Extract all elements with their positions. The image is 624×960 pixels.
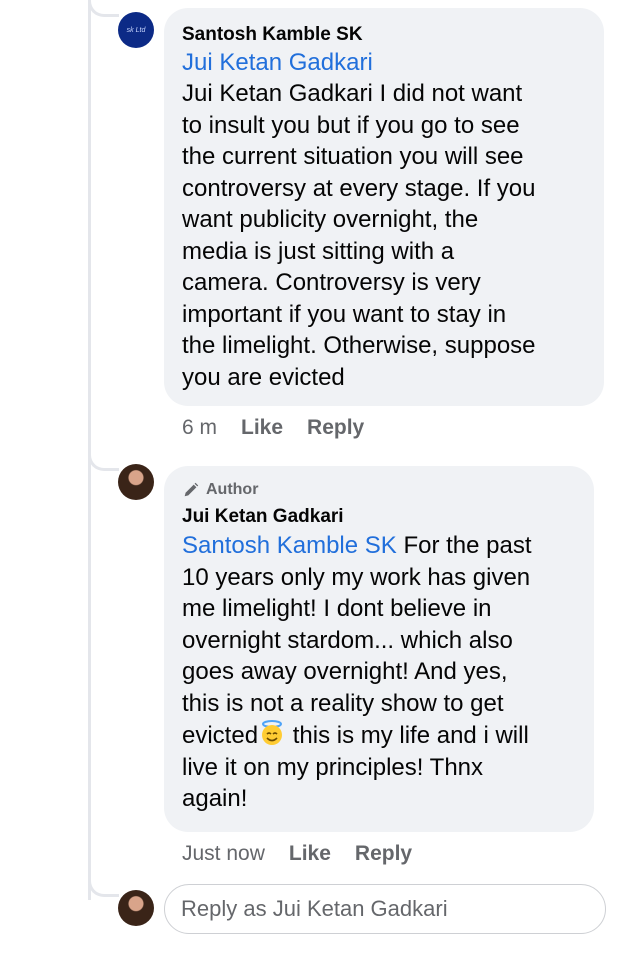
author-badge-label: Author: [206, 481, 259, 498]
thread-connector-2: [88, 446, 119, 471]
reply-button[interactable]: Reply: [307, 416, 364, 440]
avatar-current-user: [118, 890, 154, 926]
comment-text: Santosh Kamble SK For the past 10 years …: [182, 532, 532, 812]
avatar-jui[interactable]: [118, 464, 154, 500]
comment-actions-2: Just now Like Reply: [182, 842, 412, 866]
author-badge: Author: [182, 480, 574, 500]
like-button[interactable]: Like: [289, 842, 331, 866]
comment-text: Jui Ketan Gadkari I did not want to insu…: [182, 80, 536, 391]
mention-link[interactable]: Santosh Kamble SK: [182, 532, 397, 559]
mention-link[interactable]: Jui Ketan Gadkari: [182, 48, 584, 78]
comment-actions-1: 6 m Like Reply: [182, 416, 364, 440]
thread-connector-3: [88, 872, 119, 897]
halo-smile-emoji-icon: [262, 720, 283, 745]
like-button[interactable]: Like: [241, 416, 283, 440]
comment-author[interactable]: Santosh Kamble SK: [182, 22, 584, 48]
timestamp[interactable]: 6 m: [182, 416, 217, 440]
comment-bubble-1: Santosh Kamble SK Jui Ketan Gadkari Jui …: [164, 8, 604, 406]
comment-author[interactable]: Jui Ketan Gadkari: [182, 504, 574, 530]
reply-input[interactable]: Reply as Jui Ketan Gadkari: [164, 884, 606, 934]
thread-connector-top: [88, 0, 119, 17]
avatar-santosh[interactable]: sk Ltd: [118, 12, 154, 48]
reply-input-placeholder: Reply as Jui Ketan Gadkari: [181, 896, 448, 921]
comment-bubble-2: Author Jui Ketan Gadkari Santosh Kamble …: [164, 466, 594, 832]
timestamp[interactable]: Just now: [182, 842, 265, 866]
pencil-icon: [184, 482, 199, 497]
reply-button[interactable]: Reply: [355, 842, 412, 866]
